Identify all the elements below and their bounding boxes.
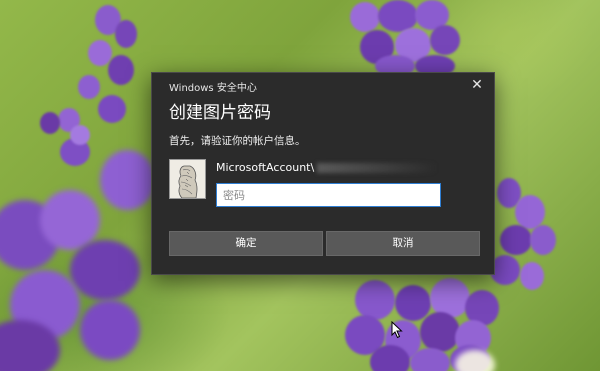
windows-security-dialog: Windows 安全中心 ✕ 创建图片密码 首先，请验证你的帐户信息。 Micr…: [151, 72, 495, 275]
lavender-blossom: [430, 25, 460, 55]
lavender-blossom: [410, 348, 450, 371]
lavender-blossom: [108, 55, 134, 85]
user-avatar: [169, 159, 206, 199]
avatar-sketch-icon: [170, 160, 205, 198]
lavender-blossom: [350, 2, 380, 32]
lavender-blossom: [530, 225, 556, 255]
lavender-blossom: [98, 95, 126, 123]
lavender-blossom: [115, 20, 137, 48]
lavender-blossom: [70, 240, 140, 300]
lavender-blossom: [100, 150, 155, 210]
lavender-blossom: [80, 300, 140, 360]
ok-button[interactable]: 确定: [169, 231, 323, 256]
mouse-pointer-icon: [391, 321, 403, 339]
lavender-blossom: [370, 345, 410, 371]
account-name: MicrosoftAccount\: [216, 161, 438, 174]
lavender-blossom: [40, 112, 60, 134]
account-label: MicrosoftAccount\: [216, 161, 315, 174]
lavender-blossom: [515, 195, 545, 229]
password-input[interactable]: [216, 183, 441, 207]
cancel-button[interactable]: 取消: [326, 231, 480, 256]
window-title: Windows 安全中心: [169, 83, 257, 94]
lavender-blossom: [70, 125, 90, 145]
lavender-blossom: [88, 40, 112, 66]
lavender-blossom: [78, 75, 100, 99]
redacted-email: [317, 163, 438, 173]
close-icon[interactable]: ✕: [468, 76, 486, 94]
lavender-blossom: [420, 312, 460, 352]
dialog-heading: 创建图片密码: [169, 103, 271, 123]
lavender-blossom: [395, 285, 431, 321]
dialog-description: 首先，请验证你的帐户信息。: [169, 135, 306, 147]
light-flare: [455, 350, 495, 371]
lavender-blossom: [355, 280, 395, 320]
lavender-blossom: [40, 190, 100, 250]
lavender-blossom: [500, 225, 532, 255]
desktop-wallpaper: Windows 安全中心 ✕ 创建图片密码 首先，请验证你的帐户信息。 Micr…: [0, 0, 600, 371]
lavender-blossom: [520, 262, 544, 290]
